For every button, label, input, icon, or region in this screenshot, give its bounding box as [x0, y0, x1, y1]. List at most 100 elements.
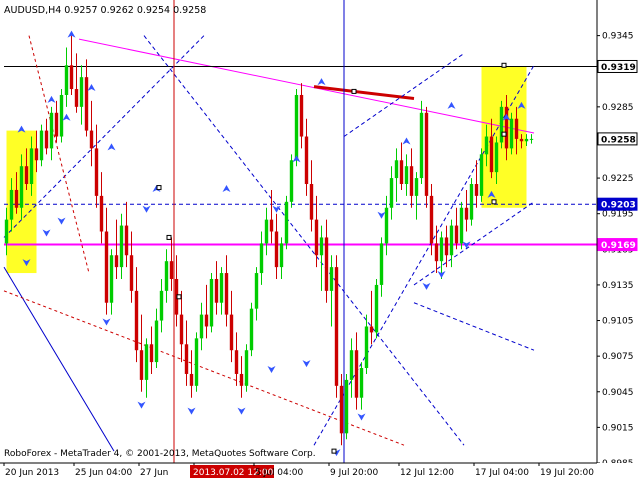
candle-bear	[134, 290, 139, 351]
price-tick-label: 0.9045	[602, 388, 634, 398]
candle-bear	[324, 237, 329, 291]
candle-bull	[344, 379, 349, 434]
candle-bear	[334, 267, 339, 386]
red-range-top	[313, 85, 415, 101]
fractal-arrow-icon	[377, 211, 386, 219]
candle-bear	[89, 130, 94, 149]
candle-bull	[249, 308, 254, 351]
price-tick-label: 0.9195	[602, 210, 634, 220]
candle-bear	[369, 326, 374, 333]
candle-bull	[39, 130, 44, 161]
candle-bull	[49, 112, 54, 149]
candle-bull	[329, 267, 334, 291]
time-tick-label: 27 Jun	[140, 468, 168, 478]
candle-bull	[449, 225, 454, 256]
candle-bear	[514, 118, 519, 139]
candle-bear	[239, 373, 244, 386]
price-tick-label: 0.9345	[602, 32, 634, 42]
fractal-arrow-icon	[62, 113, 71, 121]
price-tick-label: 0.9225	[602, 174, 634, 184]
candle-bull	[109, 255, 114, 303]
fractal-arrow-icon	[142, 205, 151, 213]
candle-bull	[459, 207, 464, 244]
fractal-arrow-icon	[402, 137, 411, 145]
candle-bear	[234, 350, 239, 374]
candle-bear	[184, 344, 189, 374]
candle-bear	[149, 344, 154, 363]
price-label-text: 0.9169	[601, 241, 636, 251]
copyright-text: RoboForex - MetaTrader 4, © 2001-2013, M…	[4, 449, 316, 459]
candle-bear	[189, 373, 194, 386]
candle-bull	[529, 138, 534, 140]
fractal-arrow-icon	[137, 401, 146, 409]
fractal-arrow-icon	[102, 318, 111, 326]
fractal-arrow-icon	[42, 229, 51, 237]
candle-bear	[299, 94, 304, 137]
candle-bear	[424, 112, 429, 196]
candle-bear	[504, 106, 509, 149]
candle-bear	[14, 189, 19, 208]
candle-bull	[404, 166, 409, 185]
candle-bear	[114, 255, 119, 268]
candle-bull	[379, 243, 384, 285]
candle-bull	[259, 243, 264, 274]
candle-bull	[264, 219, 269, 244]
anchor-point	[331, 448, 337, 454]
candle-bull	[64, 65, 69, 95]
candle-bear	[464, 207, 469, 220]
fractal-arrow-icon	[267, 366, 276, 374]
candle-bull	[294, 94, 299, 161]
candle-bear	[399, 160, 404, 185]
candle-bear	[304, 136, 309, 185]
fractal-arrow-icon	[357, 413, 366, 421]
candle-bear	[314, 219, 319, 256]
price-label-text: 0.9258	[601, 135, 636, 145]
candle-bull	[499, 106, 504, 143]
candle-bull	[469, 184, 474, 220]
chart-window: 0.93450.92850.92250.91950.91650.91350.91…	[0, 0, 640, 480]
candle-bull	[9, 189, 14, 220]
candle-bear	[74, 89, 79, 107]
candle-bull	[479, 154, 484, 196]
candle-bear	[34, 148, 39, 161]
time-tick-label: 25 Jun 04:00	[75, 468, 132, 478]
fractal-arrow-icon	[447, 101, 456, 109]
candle-bull	[4, 219, 9, 244]
fractal-arrow-icon	[187, 407, 196, 415]
candle-bear	[454, 225, 459, 244]
candle-bear	[69, 65, 74, 90]
time-tick-label: 20 Jun 2013	[5, 468, 59, 478]
candle-bull	[419, 112, 424, 179]
candle-bull	[119, 225, 124, 268]
candle-bull	[439, 237, 444, 262]
candle-bull	[219, 273, 224, 303]
candle-bull	[359, 368, 364, 398]
fractal-arrow-icon	[57, 217, 66, 225]
price-tick-label: 0.9285	[602, 103, 634, 113]
candle-bear	[229, 314, 234, 351]
candle-bear	[214, 278, 219, 303]
candle-bear	[429, 195, 434, 244]
right-target-zone	[481, 66, 527, 208]
candle-bull	[144, 344, 149, 380]
anchor-point	[351, 88, 357, 94]
candle-bear	[24, 166, 29, 185]
anchor-point	[166, 234, 172, 240]
price-tick-label: 0.9105	[602, 317, 634, 327]
candle-bear	[139, 350, 144, 380]
candle-bear	[339, 385, 344, 434]
candle-bull	[494, 142, 499, 173]
anchor-point	[176, 294, 182, 300]
candle-bear	[269, 219, 274, 232]
anchor-point	[501, 131, 507, 137]
candle-bull	[509, 118, 514, 149]
candle-bear	[309, 184, 314, 220]
time-tick-label: 19 Jul 20:00	[540, 468, 594, 478]
candle-bull	[374, 284, 379, 333]
candle-bull	[19, 166, 24, 208]
anchor-point	[491, 199, 497, 205]
candle-bear	[104, 231, 109, 303]
price-chart[interactable]: 0.93450.92850.92250.91950.91650.91350.91…	[0, 0, 640, 480]
candle-bull	[279, 243, 284, 268]
candle-bull	[29, 148, 34, 185]
